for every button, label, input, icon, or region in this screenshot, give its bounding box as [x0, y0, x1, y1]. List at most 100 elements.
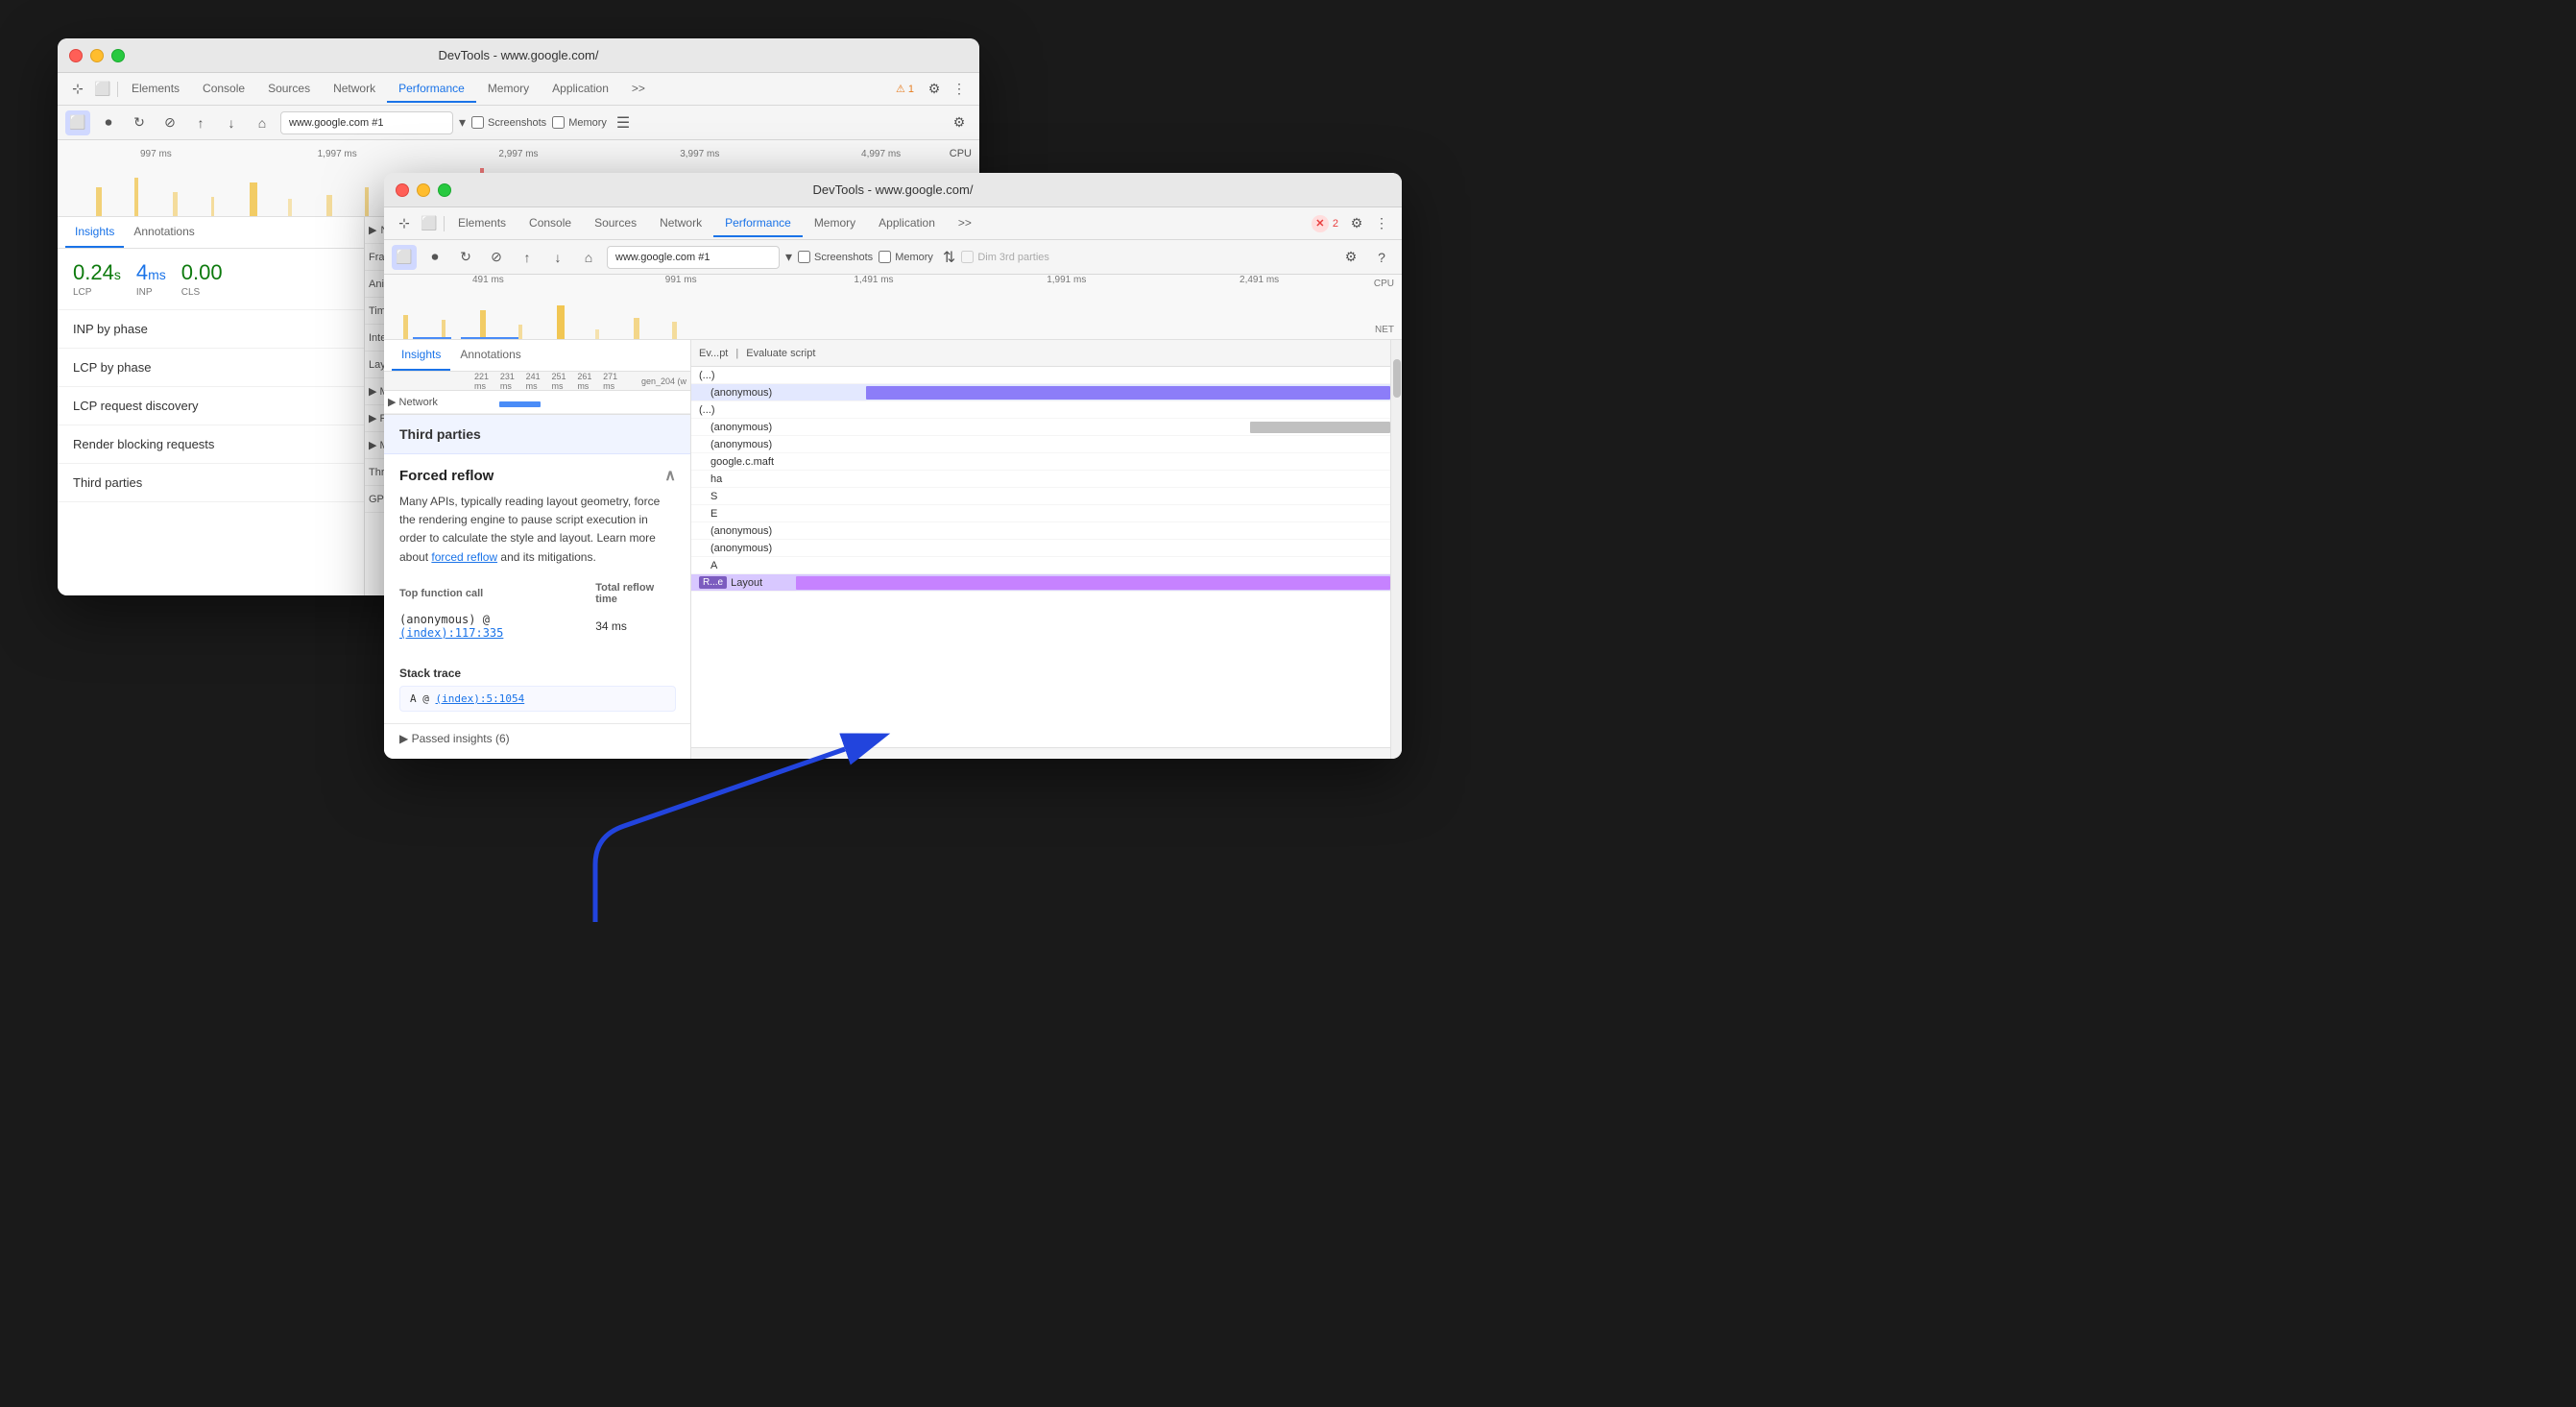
- record-btn-2[interactable]: ⬜: [392, 245, 417, 270]
- tab-memory-1[interactable]: Memory: [476, 76, 541, 103]
- row-reflow-layout[interactable]: R...e Layout: [691, 574, 1390, 592]
- dropdown-icon-2[interactable]: ▾: [785, 249, 792, 265]
- cursor-icon-2[interactable]: ⊹: [392, 211, 417, 236]
- track-content-network-2: [478, 393, 686, 412]
- tab-console-1[interactable]: Console: [191, 76, 256, 103]
- memory-checkbox-2[interactable]: Memory: [879, 251, 933, 263]
- download-btn-2[interactable]: ↓: [545, 245, 570, 270]
- tab-more-2[interactable]: >>: [947, 210, 983, 237]
- tab-insights-2[interactable]: Insights: [392, 340, 450, 371]
- right-panel-header: Ev...pt | Evaluate script: [691, 340, 1390, 367]
- stack-trace-link[interactable]: (index):5:1054: [436, 692, 525, 705]
- forced-reflow-link[interactable]: forced reflow: [431, 550, 497, 564]
- url-input-1[interactable]: [280, 111, 453, 134]
- memory-checkbox-1[interactable]: Memory: [552, 116, 607, 129]
- insight-third-parties-1[interactable]: Third parties: [58, 464, 364, 502]
- tab-application-2[interactable]: Application: [867, 210, 947, 237]
- tab-summary-2[interactable]: Summary: [699, 752, 775, 760]
- tab-network-2[interactable]: Network: [648, 210, 713, 237]
- url-input-2[interactable]: [607, 246, 780, 269]
- index-link[interactable]: (index):117:335: [399, 626, 503, 640]
- upload-btn-1[interactable]: ↑: [188, 110, 213, 135]
- tab-elements-1[interactable]: Elements: [120, 76, 191, 103]
- title-bar-1: DevTools - www.google.com/: [58, 38, 979, 73]
- row-label: (...): [699, 370, 715, 381]
- insight-render-blocking-1[interactable]: Render blocking requests: [58, 425, 364, 464]
- minimize-button-2[interactable]: [417, 183, 430, 197]
- record-btn-1[interactable]: ⬜: [65, 110, 90, 135]
- metrics-row-1: 0.24s LCP 4ms INP 0.00 CLS: [58, 249, 364, 310]
- devtools-window-2[interactable]: DevTools - www.google.com/ ⊹ ⬜ Elements …: [384, 173, 1402, 759]
- layout-label: Layout: [731, 577, 762, 589]
- stack-trace-section: Stack trace A @ (index):5:1054: [384, 667, 691, 723]
- row-ha: ha: [691, 471, 1390, 488]
- evaluate-script-label: Evaluate script: [746, 348, 815, 359]
- clear-btn-1[interactable]: ⊘: [157, 110, 182, 135]
- settings-perf-1[interactable]: ⚙: [947, 110, 972, 135]
- insight-inp-by-phase-1[interactable]: INP by phase: [58, 310, 364, 349]
- tab-sources-1[interactable]: Sources: [256, 76, 322, 103]
- settings-icon-2[interactable]: ⚙: [1344, 211, 1369, 236]
- home-btn-1[interactable]: ⌂: [250, 110, 275, 135]
- reload-btn-1[interactable]: ↻: [127, 110, 152, 135]
- tab-sources-2[interactable]: Sources: [583, 210, 648, 237]
- tab-performance-1[interactable]: Performance: [387, 76, 476, 103]
- collapse-btn[interactable]: ∧: [664, 466, 676, 485]
- mini-timeline-2: CPU NET 491 ms 991 ms 1,491 ms 1,991 ms …: [384, 275, 1402, 340]
- devtools-body-2: Insights Annotations 221 ms231 ms241 ms2…: [384, 340, 1402, 759]
- close-button-2[interactable]: [396, 183, 409, 197]
- tab-annotations-1[interactable]: Annotations: [124, 217, 204, 248]
- more-icon-2[interactable]: ⋮: [1369, 211, 1394, 236]
- screenshots-checkbox-2[interactable]: Screenshots: [798, 251, 873, 263]
- insight-lcp-by-phase-1[interactable]: LCP by phase: [58, 349, 364, 387]
- tab-more-1[interactable]: >>: [620, 76, 657, 103]
- maximize-button-2[interactable]: [438, 183, 451, 197]
- tab-event-log-2[interactable]: Event log: [925, 752, 999, 760]
- settings-icon-1[interactable]: ⚙: [922, 77, 947, 102]
- popup-body: Many APIs, typically reading layout geom…: [399, 493, 676, 567]
- device-icon[interactable]: ⬜: [90, 77, 115, 102]
- flame-chart-area[interactable]: (...) (anonymous) (...) (anonymous): [691, 367, 1390, 747]
- maximize-button-1[interactable]: [111, 49, 125, 62]
- tab-insights-1[interactable]: Insights: [65, 217, 124, 248]
- row-s: S: [691, 488, 1390, 505]
- vscrollbar[interactable]: [1390, 340, 1402, 759]
- help-btn-2[interactable]: ?: [1369, 245, 1394, 270]
- tab-application-1[interactable]: Application: [541, 76, 620, 103]
- tab-console-2[interactable]: Console: [518, 210, 583, 237]
- minimize-button-1[interactable]: [90, 49, 104, 62]
- tab-bar-1: ⊹ ⬜ Elements Console Sources Network Per…: [58, 73, 979, 106]
- tab-network-1[interactable]: Network: [322, 76, 387, 103]
- close-button-1[interactable]: [69, 49, 83, 62]
- record-circle-2[interactable]: ⏺: [422, 245, 447, 270]
- scrollbar-thumb[interactable]: [1393, 359, 1401, 398]
- home-btn-2[interactable]: ⌂: [576, 245, 601, 270]
- timeline-area-2: Ev...pt | Evaluate script (...) (anonymo…: [691, 340, 1390, 759]
- metric-inp-1: 4ms INP: [136, 260, 166, 298]
- upload-btn-2[interactable]: ↑: [515, 245, 540, 270]
- tab-bottom-up-2[interactable]: Bottom-up: [775, 752, 855, 760]
- dim-3rd-parties-2[interactable]: Dim 3rd parties: [961, 251, 1049, 263]
- tab-elements-2[interactable]: Elements: [446, 210, 518, 237]
- reload-btn-2[interactable]: ↻: [453, 245, 478, 270]
- cursor-icon[interactable]: ⊹: [65, 77, 90, 102]
- re-badge: R...e: [699, 576, 727, 589]
- insight-lcp-request-1[interactable]: LCP request discovery: [58, 387, 364, 425]
- screenshots-checkbox-1[interactable]: Screenshots: [471, 116, 546, 129]
- row-anon-1: (...): [691, 367, 1390, 384]
- record-circle-1[interactable]: ⏺: [96, 110, 121, 135]
- clear-btn-2[interactable]: ⊘: [484, 245, 509, 270]
- row-anon-2: (...): [691, 401, 1390, 419]
- tab-call-tree-2[interactable]: Call tree: [855, 752, 926, 760]
- lcp-label-1: LCP: [73, 287, 121, 298]
- dropdown-icon-1[interactable]: ▾: [459, 114, 466, 131]
- more-icon-1[interactable]: ⋮: [947, 77, 972, 102]
- device-icon-2[interactable]: ⬜: [417, 211, 442, 236]
- passed-insights[interactable]: ▶ Passed insights (6): [384, 723, 691, 753]
- tab-performance-2[interactable]: Performance: [713, 210, 803, 237]
- settings-perf-2[interactable]: ⚙: [1338, 245, 1363, 270]
- row-anonymous-highlight[interactable]: (anonymous): [691, 384, 1390, 401]
- tab-memory-2[interactable]: Memory: [803, 210, 867, 237]
- tab-annotations-2[interactable]: Annotations: [450, 340, 530, 371]
- download-btn-1[interactable]: ↓: [219, 110, 244, 135]
